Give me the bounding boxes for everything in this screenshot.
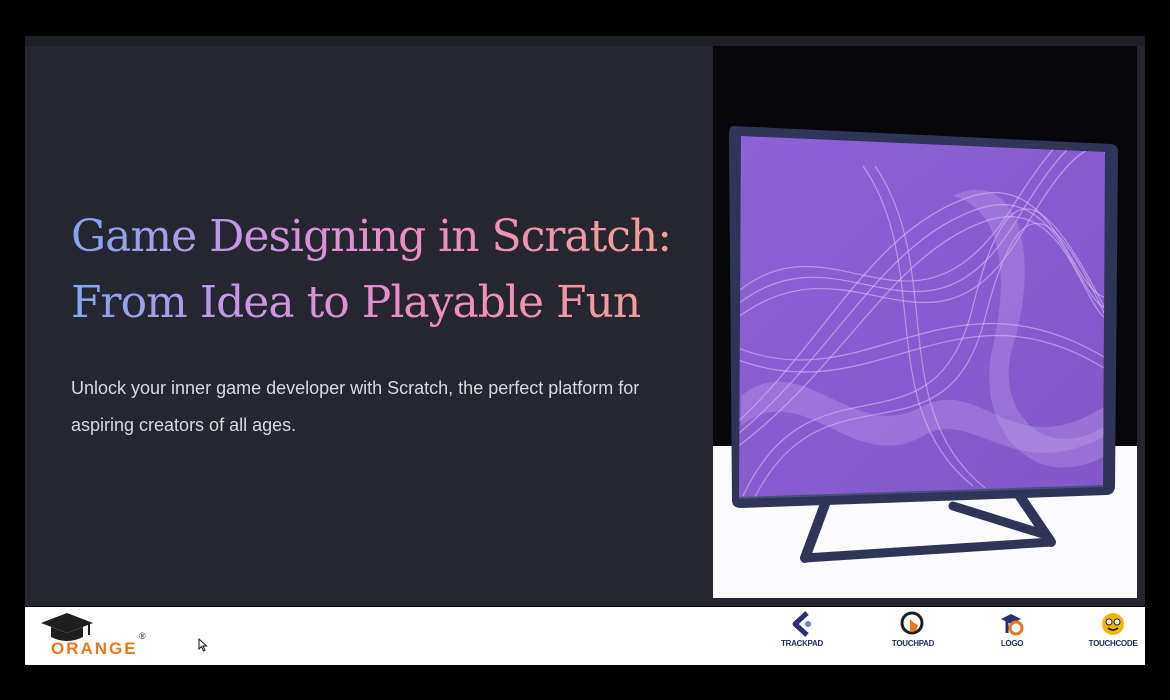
slide-title: Game Designing in Scratch: From Idea to … (71, 204, 691, 336)
orange-brand-text: ORANGE (51, 639, 138, 658)
registered-mark: ® (139, 631, 146, 641)
slide-title-line-2: From Idea to Playable Fun (71, 277, 641, 328)
slide-top-strip (25, 36, 1145, 46)
footer-bar: ORANGE ® TRACKPAD TOUCHPAD LOGO TOUCHCOD… (25, 607, 1145, 665)
orange-logo: ORANGE ® (39, 611, 151, 659)
partner-logo-label: LOGO (1000, 639, 1024, 648)
partner-touchcode: TOUCHCODE (1078, 611, 1148, 661)
monitor-illustration (729, 126, 1119, 563)
slide-title-line-1: Game Designing in Scratch: (71, 211, 672, 262)
partner-touchpad: TOUCHPAD (878, 611, 948, 661)
partner-touchpad-label: TOUCHPAD (891, 639, 935, 648)
partner-touchcode-label: TOUCHCODE (1088, 639, 1138, 648)
logo-brand-icon (1001, 614, 1024, 636)
monitor-image (713, 46, 1137, 598)
slide-subtitle: Unlock your inner game developer with Sc… (71, 378, 640, 435)
partner-trackpad: TRACKPAD (767, 611, 837, 661)
trackpad-logo-icon (792, 611, 811, 637)
touchcode-logo-icon (1102, 613, 1124, 635)
partner-logo: LOGO (977, 611, 1047, 661)
partner-trackpad-label: TRACKPAD (781, 639, 823, 648)
touchpad-logo-icon (900, 611, 924, 635)
mouse-cursor-icon (198, 638, 208, 652)
presentation-slide: Game Designing in Scratch: From Idea to … (25, 36, 1145, 606)
